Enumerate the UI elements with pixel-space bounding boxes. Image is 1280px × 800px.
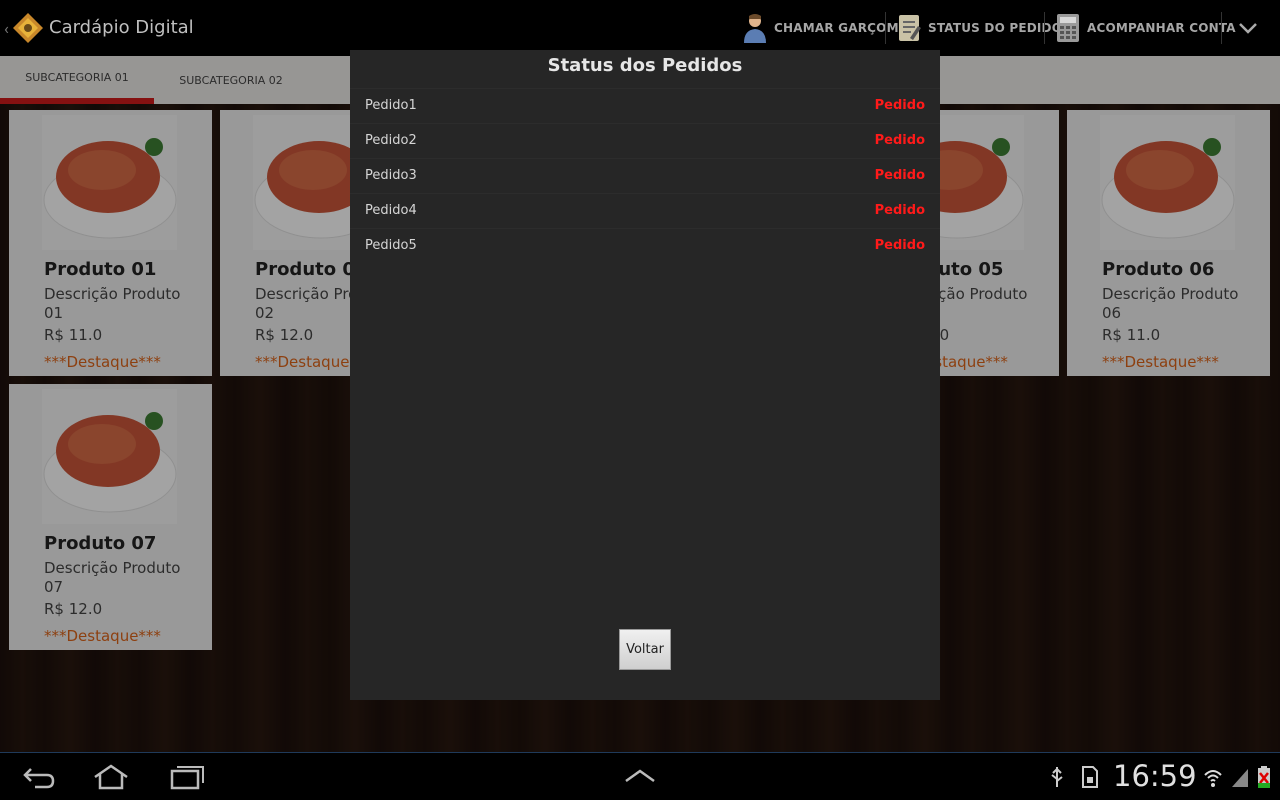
order-label: Pedido5 [365, 238, 417, 253]
divider [885, 12, 886, 44]
recent-apps-icon[interactable] [169, 763, 205, 791]
divider [1221, 12, 1222, 44]
home-icon[interactable] [93, 763, 129, 791]
order-row[interactable]: Pedido3 Pedido [350, 158, 940, 193]
track-bill-button[interactable]: ACOMPANHAR CONTA [1055, 0, 1236, 56]
screen: ‹ Cardápio Digital CHAMAR GARÇOM STATUS … [0, 0, 1280, 800]
order-status: Pedido [874, 133, 925, 148]
usb-icon [1051, 767, 1063, 787]
waiter-icon [744, 14, 766, 43]
wifi-icon [1204, 770, 1222, 787]
divider [1044, 12, 1045, 44]
order-row[interactable]: Pedido5 Pedido [350, 228, 940, 263]
order-row[interactable]: Pedido4 Pedido [350, 193, 940, 228]
app-logo-icon[interactable] [12, 12, 44, 44]
sd-card-icon [1082, 766, 1098, 788]
clock: 16:59 [1113, 759, 1197, 793]
track-bill-label: ACOMPANHAR CONTA [1087, 21, 1236, 35]
order-label: Pedido2 [365, 133, 417, 148]
system-navigation-bar: 16:59 [0, 752, 1280, 800]
dialog-title: Status dos Pedidos [547, 55, 743, 76]
order-row[interactable]: Pedido2 Pedido [350, 123, 940, 158]
action-bar: ‹ Cardápio Digital CHAMAR GARÇOM STATUS … [0, 0, 1280, 56]
order-status: Pedido [874, 168, 925, 183]
order-row[interactable]: Pedido1 Pedido [350, 88, 940, 123]
up-caret-icon[interactable]: ‹ [4, 19, 9, 38]
order-label: Pedido1 [365, 98, 417, 113]
call-waiter-button[interactable]: CHAMAR GARÇOM [742, 0, 899, 56]
order-label: Pedido3 [365, 168, 417, 183]
chevron-up-icon[interactable] [622, 763, 658, 791]
order-status-label: STATUS DO PEDIDO [928, 21, 1063, 35]
calculator-icon [1057, 14, 1079, 42]
app-title: Cardápio Digital [49, 17, 194, 38]
chevron-down-icon[interactable] [1238, 18, 1258, 38]
signal-icon [1232, 769, 1248, 787]
back-icon[interactable] [21, 763, 57, 791]
order-label: Pedido4 [365, 203, 417, 218]
call-waiter-label: CHAMAR GARÇOM [774, 21, 899, 35]
order-status: Pedido [874, 238, 925, 253]
order-status-icon [899, 15, 921, 41]
order-status: Pedido [874, 203, 925, 218]
battery-icon [1258, 766, 1270, 788]
order-status: Pedido [874, 98, 925, 113]
order-status-button[interactable]: STATUS DO PEDIDO [896, 0, 1062, 56]
back-button[interactable]: Voltar [619, 629, 671, 670]
order-status-dialog: Status dos Pedidos Pedido1 Pedido Pedido… [350, 50, 940, 700]
